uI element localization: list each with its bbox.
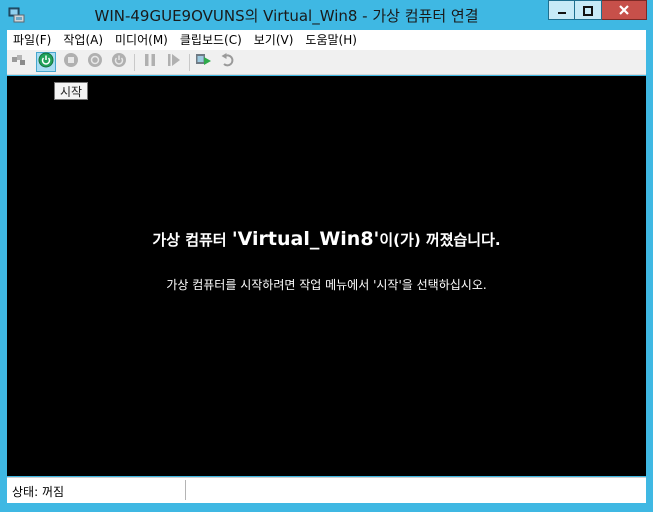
menu-help[interactable]: 도움말(H)	[299, 30, 363, 50]
vm-off-message-suffix: 이(가) 꺼졌습니다.	[379, 231, 501, 249]
menu-view[interactable]: 보기(V)	[248, 30, 300, 50]
start-button[interactable]	[36, 52, 56, 72]
window-title: WIN-49GUE9OVUNS의 Virtual_Win8 - 가상 컴퓨터 연…	[94, 7, 479, 25]
toolbar-separator	[189, 54, 190, 71]
close-icon	[618, 1, 630, 20]
menu-file[interactable]: 파일(F)	[7, 30, 57, 50]
status-divider	[185, 480, 186, 500]
menu-bar: 파일(F) 작업(A) 미디어(M) 클립보드(C) 보기(V) 도움말(H)	[7, 30, 646, 50]
minimize-button[interactable]	[548, 0, 575, 20]
start-instruction: 가상 컴퓨터를 시작하려면 작업 메뉴에서 '시작'을 선택하십시오.	[166, 278, 487, 292]
vm-connection-window: WIN-49GUE9OVUNS의 Virtual_Win8 - 가상 컴퓨터 연…	[0, 0, 653, 512]
status-bar: 상태: 꺼짐	[7, 477, 646, 503]
revert-icon	[220, 52, 236, 72]
maximize-icon	[583, 1, 593, 20]
turn-off-button[interactable]	[61, 52, 81, 72]
menu-action[interactable]: 작업(A)	[57, 30, 109, 50]
menu-media[interactable]: 미디어(M)	[109, 30, 174, 50]
turn-off-icon	[63, 52, 79, 72]
shutdown-button[interactable]	[85, 52, 105, 72]
close-button[interactable]	[602, 0, 647, 20]
reset-button[interactable]	[164, 52, 184, 72]
menu-clipboard[interactable]: 클립보드(C)	[174, 30, 248, 50]
vm-off-message: 가상 컴퓨터 'Virtual_Win8'이(가) 꺼졌습니다.	[7, 228, 646, 250]
pause-button[interactable]	[140, 52, 160, 72]
toolbar-separator	[134, 54, 135, 71]
checkpoint-button[interactable]	[194, 52, 214, 72]
ctrl-alt-del-icon	[11, 52, 27, 72]
revert-button[interactable]	[218, 52, 238, 72]
minimize-icon	[557, 1, 567, 20]
vm-off-message-prefix: 가상 컴퓨터	[152, 231, 232, 249]
ctrl-alt-del-button[interactable]	[9, 52, 29, 72]
toolbar	[7, 50, 646, 75]
reset-icon	[166, 52, 182, 72]
pause-icon	[142, 52, 158, 72]
status-text: 상태: 꺼짐	[12, 485, 65, 499]
checkpoint-icon	[195, 52, 213, 72]
start-icon	[38, 52, 54, 72]
vm-connect-icon[interactable]	[8, 6, 26, 24]
save-state-button[interactable]	[109, 52, 129, 72]
title-bar[interactable]: WIN-49GUE9OVUNS의 Virtual_Win8 - 가상 컴퓨터 연…	[0, 0, 653, 30]
start-tooltip: 시작	[54, 82, 89, 100]
vm-name: 'Virtual_Win8'	[231, 228, 380, 250]
save-icon	[111, 52, 127, 72]
vm-screen[interactable]: 가상 컴퓨터 'Virtual_Win8'이(가) 꺼졌습니다. 가상 컴퓨터를…	[7, 76, 646, 476]
maximize-button[interactable]	[575, 0, 602, 20]
shutdown-icon	[87, 52, 103, 72]
